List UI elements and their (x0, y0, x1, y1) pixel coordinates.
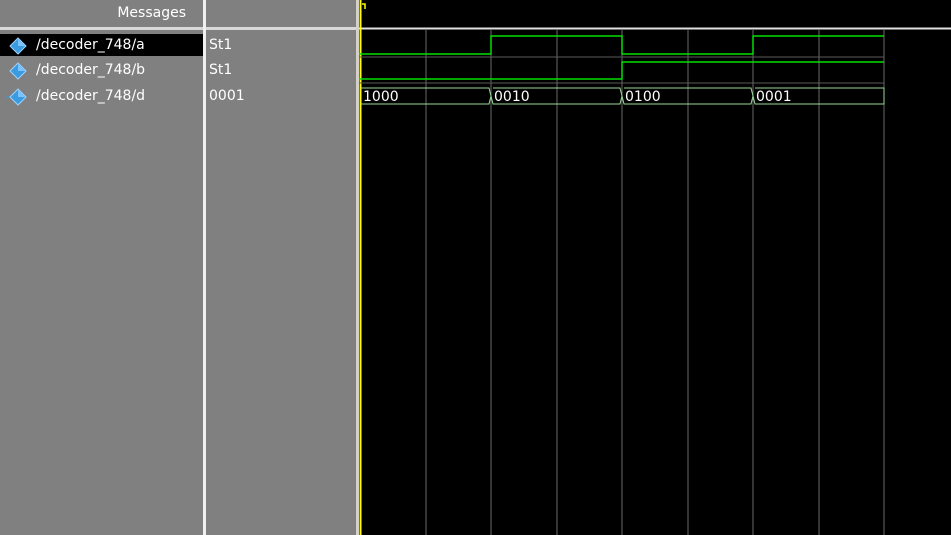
signal-name: /decoder_748/a (36, 37, 145, 53)
header-divider (0, 27, 203, 30)
header-divider (206, 27, 356, 30)
waveform-window[interactable]: 1000 0010 0100 0001 (359, 0, 951, 535)
bus-diamond-icon[interactable] (6, 88, 30, 106)
signal-row-b[interactable]: /decoder_748/b (0, 59, 203, 81)
signal-value: St1 (209, 62, 233, 78)
bus-value-label: 0010 (494, 89, 530, 105)
signal-name: /decoder_748/b (36, 62, 146, 78)
waveform-a[interactable] (359, 35, 884, 55)
time-grid (425, 30, 885, 535)
waveform-b[interactable] (359, 61, 884, 80)
signal-row-d[interactable]: /decoder_748/d (0, 85, 203, 107)
signal-value: 0001 (209, 88, 245, 104)
cursor-marker (362, 3, 366, 9)
messages-header: Messages (117, 5, 186, 21)
bus-value-label: 0001 (756, 89, 792, 105)
values-header (206, 0, 356, 27)
bus-value-label: 1000 (363, 89, 399, 105)
signal-diamond-icon (9, 62, 27, 80)
signal-value: St1 (209, 37, 233, 53)
signal-diamond-icon (9, 37, 27, 55)
bus-value-label: 0100 (625, 89, 661, 105)
signal-row-a[interactable]: /decoder_748/a (0, 34, 203, 56)
signal-name: /decoder_748/d (36, 88, 146, 104)
